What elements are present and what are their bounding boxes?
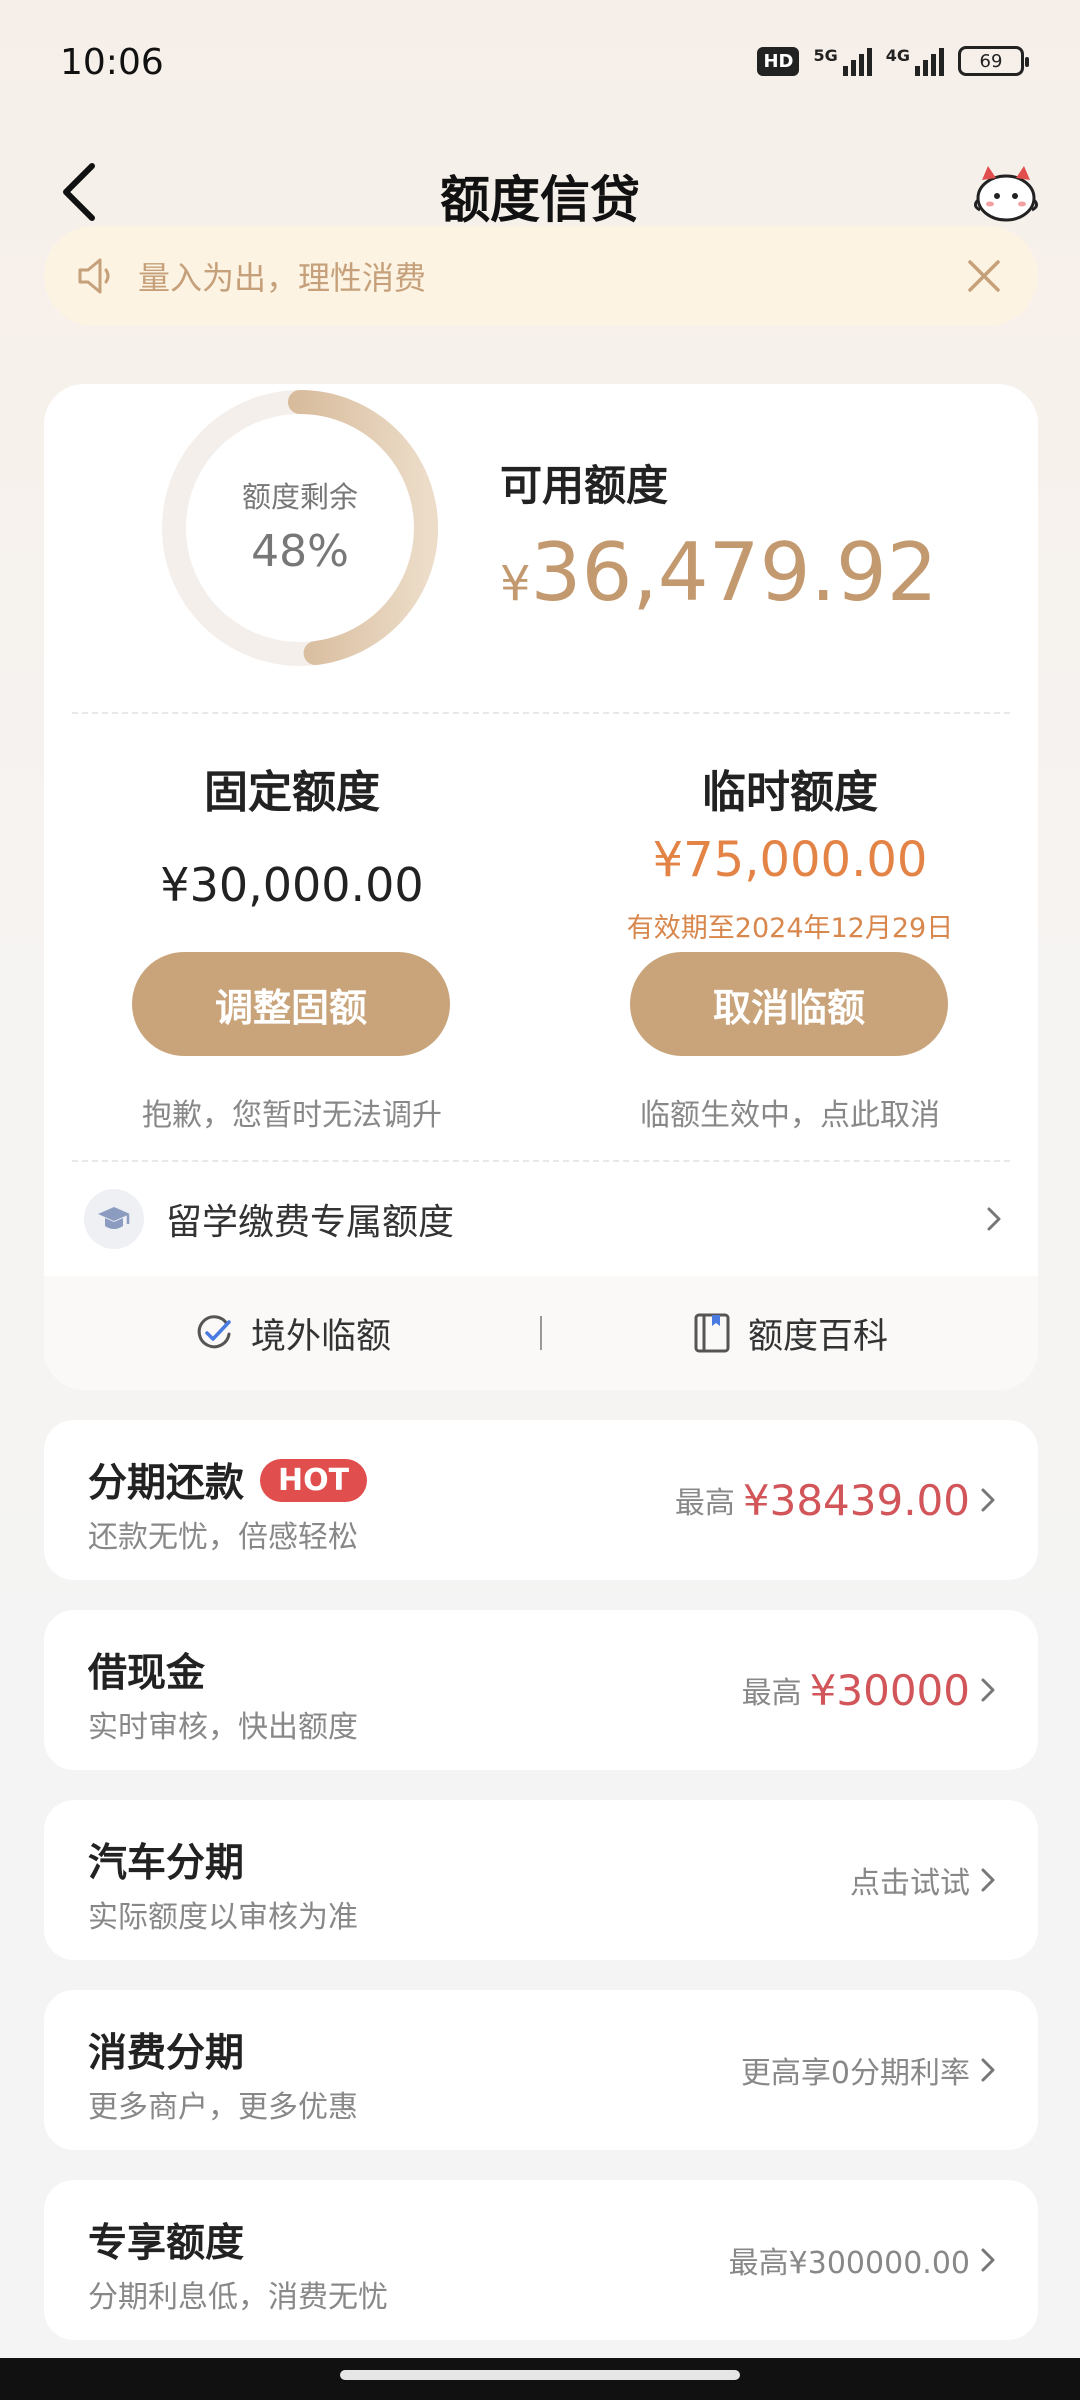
list-item-action-text: 更高享0分期利率 [740,2056,970,2091]
mascot-avatar-icon[interactable] [970,160,1042,224]
hot-badge: HOT [260,1458,368,1502]
chevron-right-icon [981,2058,995,2082]
list-item-exclusive-limit[interactable]: 专享额度 分期利息低，消费无忧 最高¥300000.00 [44,2180,1038,2340]
list-item-title: 消费分期 [88,2031,245,2076]
list-item-value: ¥30000 [809,1665,970,1715]
signal-4g-icon: 4G [886,46,944,76]
battery-icon: 69 [958,46,1029,76]
list-item-car-installment[interactable]: 汽车分期 实际额度以审核为准 点击试试 [44,1800,1038,1960]
list-item-action-text: 最高¥300000.00 [728,2246,970,2281]
chevron-right-icon [987,1207,1001,1231]
divider [72,712,1010,714]
speaker-icon [78,258,110,294]
list-item-value: ¥38439.00 [742,1475,970,1525]
temp-limit-amount: ¥75,000.00 [652,832,928,888]
list-item-subtitle: 还款无忧，倍感轻松 [88,1520,358,1555]
list-item-consumer-installment[interactable]: 消费分期 更多商户，更多优惠 更高享0分期利率 [44,1990,1038,2150]
list-item-subtitle: 实际额度以审核为准 [88,1900,358,1935]
available-limit-label: 可用额度 [500,461,669,510]
available-amount-value: 36,479.92 [530,526,938,619]
list-item-action-text: 点击试试 [850,1866,970,1901]
hd-badge: HD [757,46,800,76]
page-title: 额度信贷 [440,171,640,229]
status-icons: HD 5G 4G 69 [757,46,1029,76]
list-item-prefix: 最高 [674,1486,735,1521]
currency-symbol: ¥ [500,556,531,612]
ring-percentage: 48% [251,526,349,577]
card-footer-links: 境外临额 额度百科 [44,1276,1038,1390]
chevron-right-icon [981,2248,995,2272]
divider [72,1160,1010,1162]
list-item-title: 借现金 [88,1651,206,1696]
fixed-limit-title: 固定额度 [204,767,380,818]
limit-encyclopedia-label: 额度百科 [747,1316,888,1357]
refresh-check-icon [197,1315,231,1349]
adjust-fixed-limit-button[interactable]: 调整固额 [132,952,450,1056]
list-item-cash-loan[interactable]: 借现金 实时审核，快出额度 最高 ¥30000 [44,1610,1038,1770]
temp-limit-title: 临时额度 [702,767,878,818]
limit-encyclopedia-link[interactable]: 额度百科 [542,1308,1038,1359]
temp-limit-validity: 有效期至2024年12月29日 [626,913,954,944]
signal-5g-icon: 5G [813,46,872,76]
study-abroad-label: 留学缴费专属额度 [166,1202,455,1243]
close-icon[interactable] [966,258,1002,294]
graduation-cap-icon [84,1189,144,1249]
list-item-prefix: 最高 [741,1676,802,1711]
chevron-right-icon [981,1678,995,1702]
list-item-subtitle: 实时审核，快出额度 [88,1710,358,1745]
status-time: 10:06 [60,42,164,83]
list-item-subtitle: 分期利息低，消费无忧 [88,2280,388,2315]
list-item-title: 分期还款 [88,1461,245,1506]
list-item-title: 汽车分期 [88,1841,245,1886]
overseas-temp-limit-link[interactable]: 境外临额 [44,1308,540,1359]
book-icon [694,1313,730,1353]
overseas-temp-limit-label: 境外临额 [250,1316,391,1357]
chevron-right-icon [981,1868,995,1892]
chevron-right-icon [981,1488,995,1512]
list-item-installment-repay[interactable]: 分期还款 HOT 还款无忧，倍感轻松 最高 ¥38439.00 [44,1420,1038,1580]
ring-label: 额度剩余 [241,480,358,514]
cancel-temp-limit-button[interactable]: 取消临额 [630,952,948,1056]
home-indicator[interactable] [340,2370,740,2380]
fixed-limit-amount: ¥30,000.00 [160,858,424,912]
fixed-limit-note: 抱歉，您暂时无法调升 [142,1098,442,1133]
list-item-title: 专享额度 [88,2221,245,2266]
list-item-subtitle: 更多商户，更多优惠 [88,2090,358,2125]
notice-text: 量入为出，理性消费 [138,259,427,297]
temp-limit-note[interactable]: 临额生效中，点此取消 [560,1090,1020,1134]
study-abroad-limit-row[interactable]: 留学缴费专属额度 [84,1186,1004,1252]
notice-banner: 量入为出，理性消费 [44,226,1038,326]
available-limit-amount: ¥36,479.92 [500,526,938,619]
